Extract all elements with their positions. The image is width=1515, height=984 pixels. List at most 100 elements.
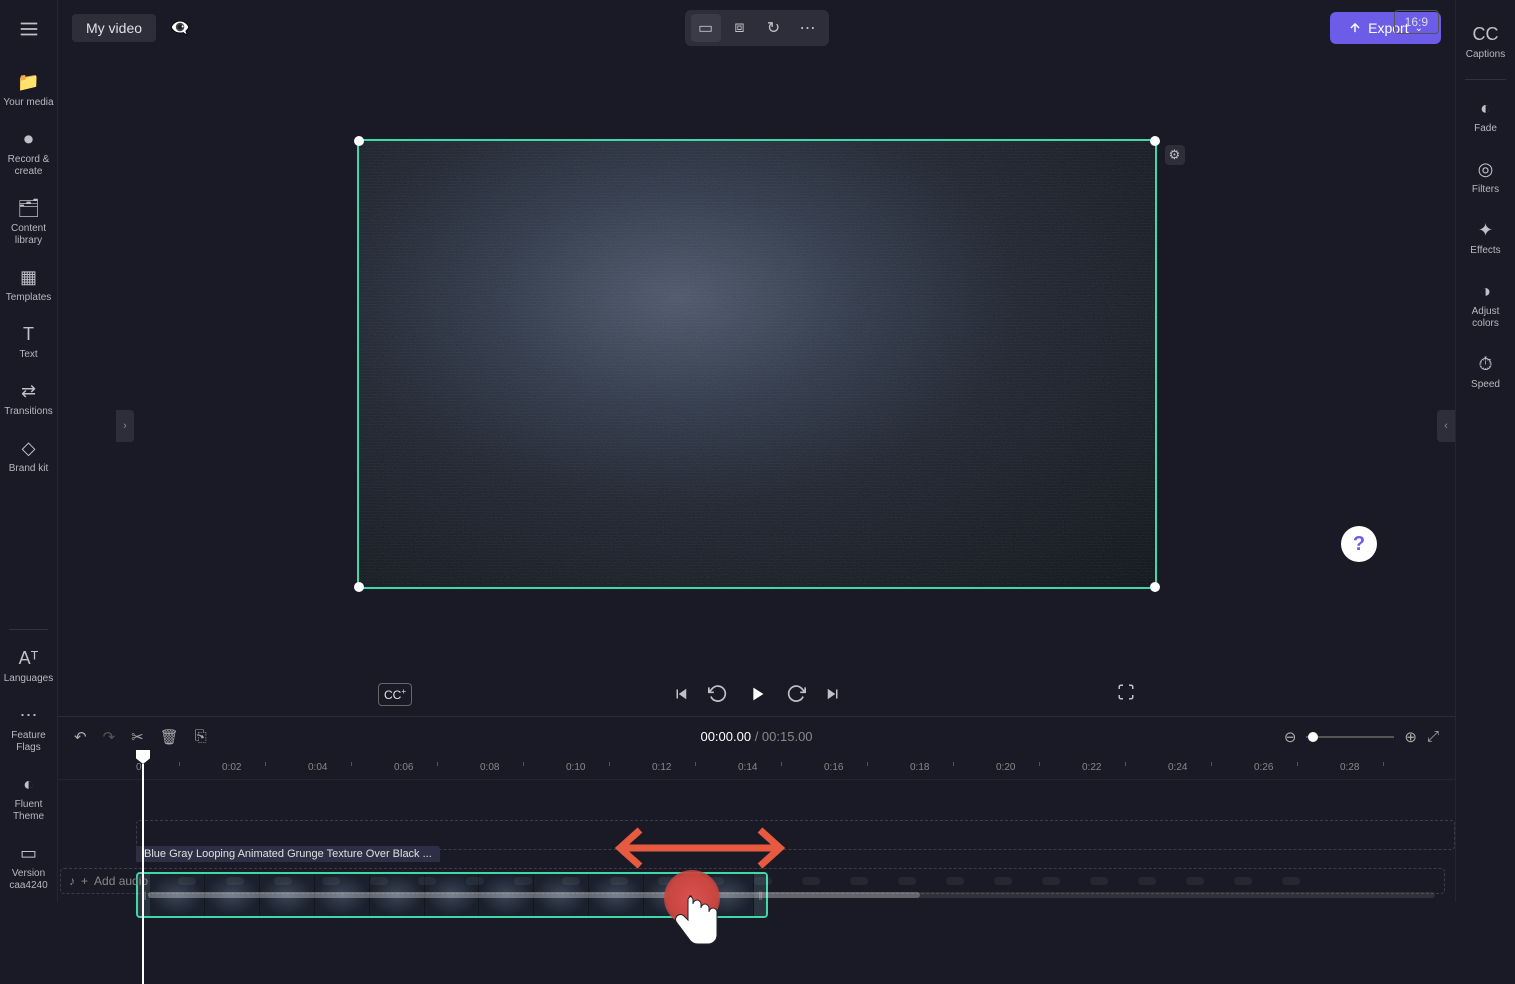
transitions-icon: ⇄ bbox=[21, 381, 36, 402]
ruler-tick: 0:24 bbox=[1168, 756, 1254, 779]
rsidebar-item-speed[interactable]: ⏱Speed bbox=[1456, 342, 1515, 403]
sidebar-item-feature-flags[interactable]: ⋯Feature Flags bbox=[0, 695, 57, 764]
add-audio-label: Add audio bbox=[94, 874, 148, 888]
timecode: 00:00.00 / 00:15.00 bbox=[700, 729, 812, 744]
theme-icon: ◐ bbox=[23, 774, 34, 795]
zoom-thumb[interactable] bbox=[1308, 732, 1318, 742]
crop-button[interactable]: ⧈ bbox=[725, 14, 755, 42]
effects-icon: ✦ bbox=[1478, 220, 1493, 241]
forward-button[interactable] bbox=[786, 684, 806, 704]
sidebar-item-text[interactable]: T Text bbox=[0, 314, 57, 371]
canvas-settings-button[interactable]: ⚙ bbox=[1165, 145, 1185, 165]
resize-handle-br[interactable] bbox=[1150, 582, 1160, 592]
templates-icon: ▦ bbox=[20, 267, 37, 288]
sidebar-item-brand[interactable]: ◇Brand kit bbox=[0, 428, 57, 485]
rotate-button[interactable]: ↻ bbox=[759, 14, 789, 42]
timeline-horizontal-scrollbar[interactable] bbox=[148, 892, 1435, 898]
visibility-off-icon[interactable]: 👁‍🗨 bbox=[170, 18, 190, 38]
menu-button[interactable] bbox=[8, 8, 50, 50]
ruler-tick: 0:02 bbox=[222, 756, 308, 779]
timeline-tracks: Blue Gray Looping Animated Grunge Textur… bbox=[58, 780, 1455, 902]
left-sidebar: 📁 Your media ⏺ Record & create 🗂 Content li… bbox=[0, 0, 58, 902]
text-icon: T bbox=[23, 324, 34, 345]
sidebar-item-languages[interactable]: AᵀLanguages bbox=[0, 638, 57, 695]
rsidebar-item-filters[interactable]: ◎ Filters bbox=[1456, 147, 1515, 208]
zoom-out-button[interactable]: ⊖ bbox=[1284, 728, 1297, 746]
zoom-slider[interactable] bbox=[1306, 736, 1394, 738]
captions-icon: CC bbox=[1473, 24, 1499, 45]
captions-toggle-button[interactable]: CC+ bbox=[378, 683, 412, 706]
upload-icon bbox=[1348, 21, 1362, 35]
hamburger-icon bbox=[18, 18, 40, 40]
aspect-ratio-selector[interactable]: 16:9 bbox=[1394, 10, 1439, 34]
ruler-tick: 0:28 bbox=[1340, 756, 1426, 779]
folder-icon: 📁 bbox=[17, 72, 39, 93]
sidebar-item-your-media[interactable]: 📁 Your media bbox=[0, 62, 57, 119]
sidebar-item-transitions[interactable]: ⇄Transitions bbox=[0, 371, 57, 428]
sidebar-item-theme[interactable]: ◐Fluent Theme bbox=[0, 764, 57, 833]
undo-button[interactable]: ↶ bbox=[74, 728, 87, 746]
topbar: My video 👁‍🗨 ▭ ⧈ ↻ ⋯ Export ⌄ bbox=[58, 0, 1455, 56]
skip-forward-button[interactable] bbox=[824, 685, 842, 703]
right-sidebar: CC Captions ◐ Fade ◎ Filters ✦Effects ◑Adju… bbox=[1455, 0, 1515, 902]
divider bbox=[9, 629, 49, 630]
ruler-tick: 0:12 bbox=[652, 756, 738, 779]
library-icon: 🗂 bbox=[17, 198, 40, 219]
rsidebar-item-adjust[interactable]: ◑Adjust colors bbox=[1456, 269, 1515, 342]
canvas-toolbar: ▭ ⧈ ↻ ⋯ bbox=[685, 10, 829, 46]
sidebar-item-record[interactable]: ⏺ Record & create bbox=[0, 119, 57, 188]
timeline-toolbar: ↶ ↷ ✂ 🗑 ⎘ 00:00.00 / 00:15.00 ⊖ ⊕ ⤢ bbox=[58, 716, 1455, 756]
timeline-ruler[interactable]: 0 0:02 0:04 0:06 0:08 0:10 0:12 0:14 0:1… bbox=[58, 756, 1455, 780]
fullscreen-button[interactable] bbox=[1117, 683, 1135, 706]
canvas-container: ⚙ bbox=[357, 139, 1157, 589]
skip-back-button[interactable] bbox=[672, 685, 690, 703]
rsidebar-item-captions[interactable]: CC Captions bbox=[1456, 12, 1515, 73]
video-canvas[interactable] bbox=[357, 139, 1157, 589]
sidebar-label: Your media bbox=[3, 97, 53, 109]
scrollbar-thumb[interactable] bbox=[148, 892, 920, 898]
ruler-tick: 0:20 bbox=[996, 756, 1082, 779]
rsidebar-label: Fade bbox=[1474, 123, 1497, 135]
sidebar-label: Record & create bbox=[2, 154, 55, 178]
rsidebar-item-fade[interactable]: ◐ Fade bbox=[1456, 86, 1515, 147]
resize-handle-tl[interactable] bbox=[354, 136, 364, 146]
delete-button[interactable]: 🗑 bbox=[160, 728, 179, 746]
ruler-tick: 0:14 bbox=[738, 756, 824, 779]
rsidebar-item-effects[interactable]: ✦Effects bbox=[1456, 208, 1515, 269]
play-button[interactable] bbox=[746, 683, 768, 705]
resize-handle-bl[interactable] bbox=[354, 582, 364, 592]
preview-area: ⚙ bbox=[58, 56, 1455, 672]
split-button[interactable]: ✂ bbox=[131, 728, 144, 746]
zoom-in-button[interactable]: ⊕ bbox=[1404, 728, 1417, 746]
sidebar-item-templates[interactable]: ▦Templates bbox=[0, 257, 57, 314]
fade-icon: ◐ bbox=[1480, 98, 1491, 119]
help-button[interactable]: ? bbox=[1341, 526, 1377, 562]
project-title[interactable]: My video bbox=[72, 14, 156, 42]
fit-timeline-button[interactable]: ⤢ bbox=[1427, 728, 1439, 745]
resize-handle-tr[interactable] bbox=[1150, 136, 1160, 146]
divider bbox=[1465, 79, 1506, 80]
speed-icon: ⏱ bbox=[1478, 354, 1492, 375]
ruler-tick: 0:26 bbox=[1254, 756, 1340, 779]
brand-icon: ◇ bbox=[22, 438, 36, 459]
more-options-button[interactable]: ⋯ bbox=[793, 14, 823, 42]
main-area: › My video 👁‍🗨 ▭ ⧈ ↻ ⋯ Export ⌄ 16:9 ⚙ bbox=[58, 0, 1455, 902]
sidebar-label: Content library bbox=[2, 223, 55, 247]
filters-icon: ◎ bbox=[1478, 159, 1494, 180]
record-icon: ⏺ bbox=[24, 129, 33, 150]
sidebar-item-version[interactable]: ▭Version caa4240 bbox=[0, 833, 57, 902]
zoom-controls: ⊖ ⊕ ⤢ bbox=[1284, 728, 1439, 746]
ruler-tick: 0:04 bbox=[308, 756, 394, 779]
sidebar-item-library[interactable]: 🗂 Content library bbox=[0, 188, 57, 257]
rsidebar-label: Filters bbox=[1472, 184, 1499, 196]
rewind-button[interactable] bbox=[708, 684, 728, 704]
add-audio-plus-icon: + bbox=[81, 874, 88, 888]
duplicate-button[interactable]: ⎘ bbox=[195, 728, 207, 745]
fit-screen-button[interactable]: ▭ bbox=[691, 14, 721, 42]
version-icon: ▭ bbox=[20, 843, 37, 864]
clip-title-label: Blue Gray Looping Animated Grunge Textur… bbox=[136, 846, 440, 862]
duration: 00:15.00 bbox=[762, 729, 813, 744]
sidebar-label: Text bbox=[19, 349, 37, 361]
rsidebar-label: Captions bbox=[1466, 49, 1505, 61]
expand-right-panel-button[interactable]: ‹ bbox=[1437, 410, 1455, 442]
